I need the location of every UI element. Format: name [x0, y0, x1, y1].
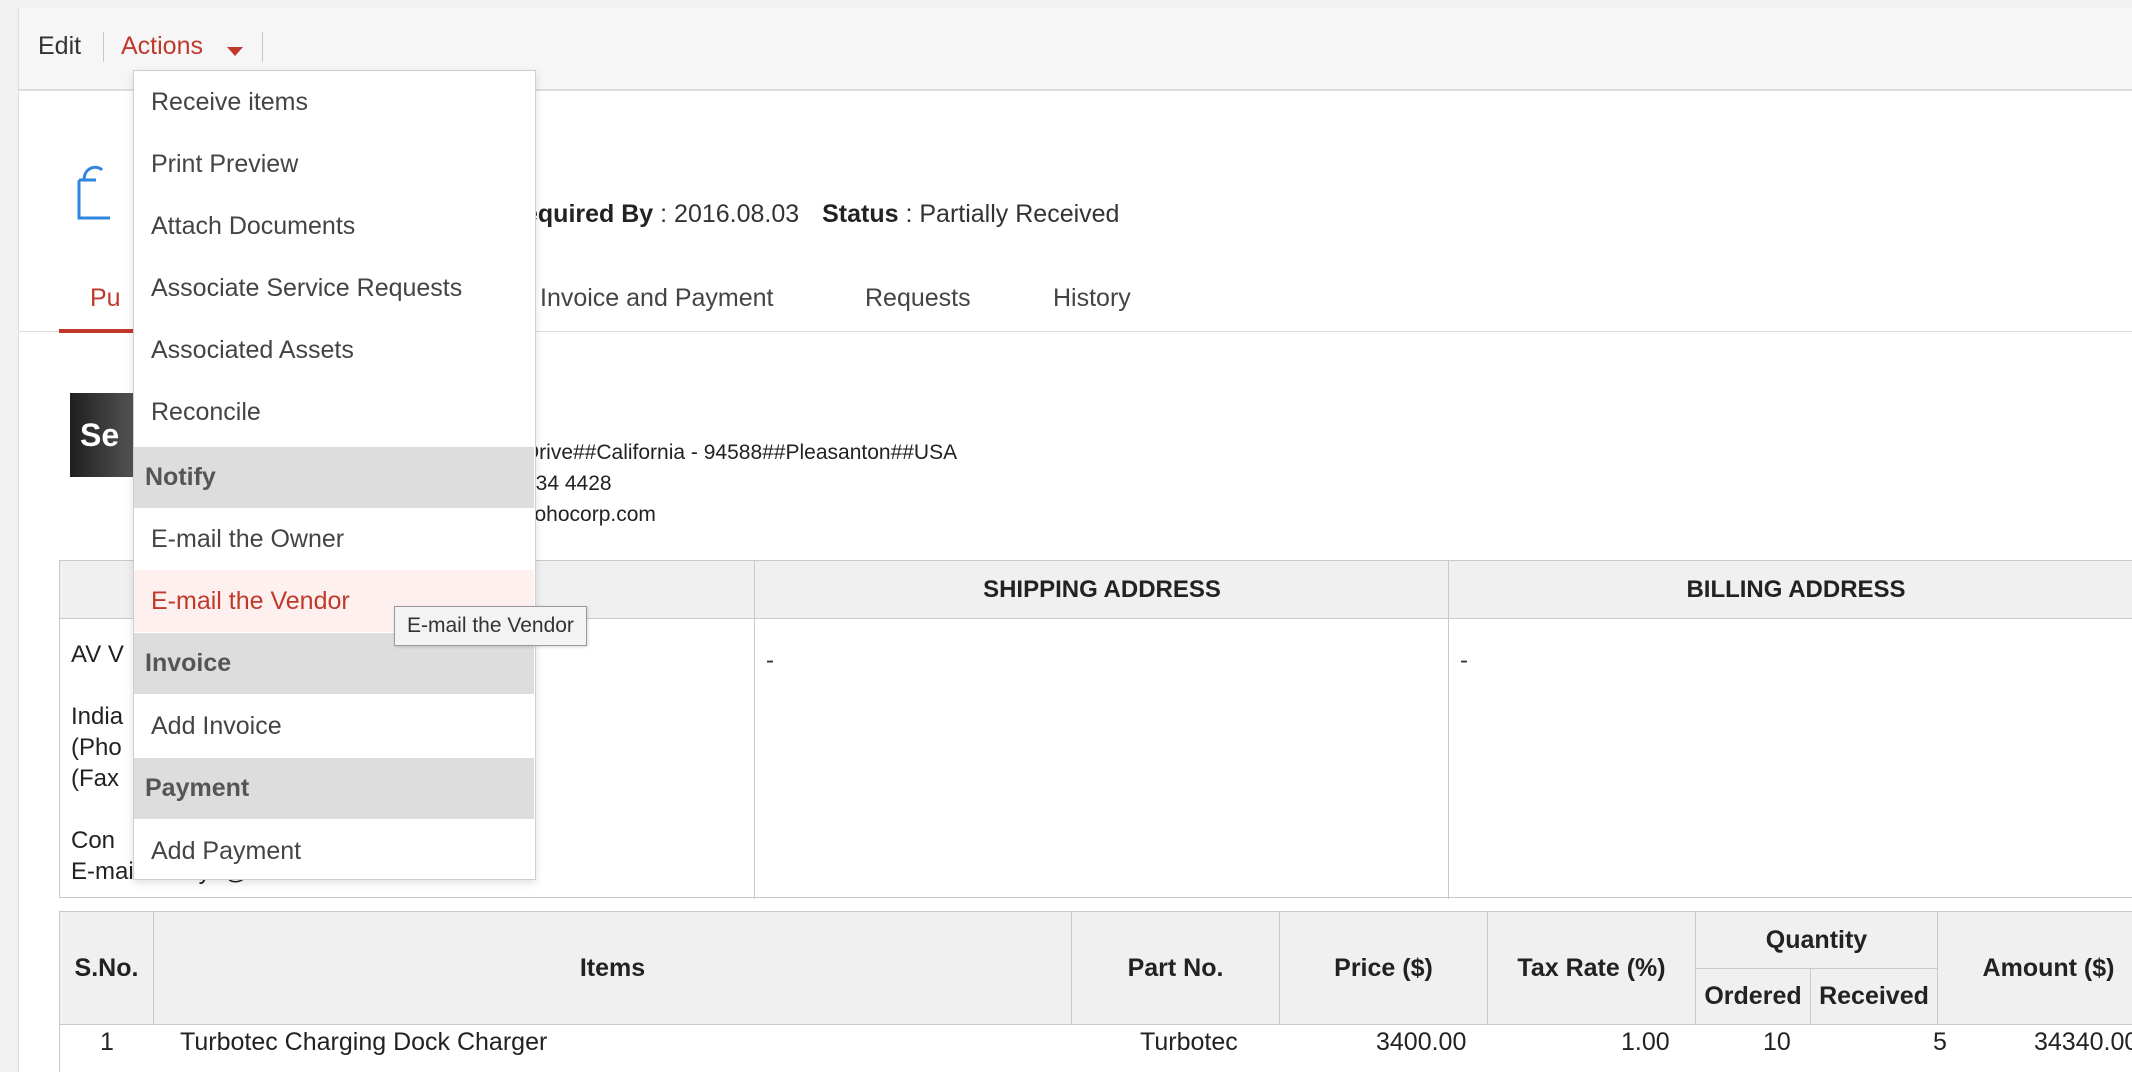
- shipping-address-value: -: [766, 647, 774, 674]
- col-header-quantity: Quantity: [1696, 912, 1938, 969]
- tab-history[interactable]: History: [1053, 283, 1131, 313]
- menu-item-associate-service-requests[interactable]: Associate Service Requests: [134, 257, 534, 319]
- edit-button[interactable]: Edit: [38, 31, 81, 61]
- billing-address-header: BILLING ADDRESS: [1449, 561, 2132, 619]
- actions-dropdown-menu: Receive items Print Preview Attach Docum…: [133, 70, 536, 880]
- menu-item-print-preview[interactable]: Print Preview: [134, 133, 534, 195]
- billing-address-column: BILLING ADDRESS -: [1448, 561, 2132, 899]
- purchase-order-page: Edit Actions equired By : 2016.08.03 Sta…: [18, 8, 2132, 1072]
- col-header-price: Price ($): [1280, 912, 1488, 1025]
- status-value: : Partially Received: [905, 200, 1120, 228]
- org-phone-line: 334 4428: [524, 472, 612, 495]
- status-label: Status: [822, 200, 899, 228]
- order-info-line: equired By : 2016.08.03 Status : Partial…: [524, 199, 1119, 229]
- menu-group-payment: Payment: [134, 758, 534, 819]
- row-sno: 1: [100, 1028, 114, 1056]
- menu-item-receive-items[interactable]: Receive items: [134, 71, 534, 133]
- row-amount: 34340.00: [2034, 1028, 2132, 1056]
- row-ordered: 10: [1763, 1028, 1791, 1056]
- col-header-amount: Amount ($): [1938, 912, 2132, 1025]
- menu-item-email-owner[interactable]: E-mail the Owner: [134, 508, 534, 570]
- shipping-address-column: SHIPPING ADDRESS -: [754, 561, 1449, 899]
- required-by-label: equired By: [524, 200, 654, 228]
- row-price: 3400.00: [1376, 1028, 1467, 1056]
- menu-item-reconcile[interactable]: Reconcile: [134, 381, 534, 443]
- required-by-value: : 2016.08.03: [660, 200, 800, 228]
- col-header-received: Received: [1811, 969, 1938, 1025]
- row-received: 5: [1933, 1028, 1947, 1056]
- menu-item-add-payment[interactable]: Add Payment: [134, 820, 534, 882]
- menu-item-attach-documents[interactable]: Attach Documents: [134, 195, 534, 257]
- col-header-tax-rate: Tax Rate (%): [1488, 912, 1696, 1025]
- caret-down-icon[interactable]: [227, 47, 243, 56]
- col-header-part-no: Part No.: [1072, 912, 1280, 1025]
- shopping-bag-icon: [77, 165, 110, 220]
- menu-item-add-invoice[interactable]: Add Invoice: [134, 695, 534, 757]
- actions-menu-button[interactable]: Actions: [121, 31, 203, 61]
- row-item-name: Turbotec Charging Dock Charger: [180, 1028, 548, 1056]
- tooltip: E-mail the Vendor: [394, 606, 587, 646]
- menu-group-notify: Notify: [134, 447, 534, 508]
- tab-invoice-and-payment[interactable]: Invoice and Payment: [540, 283, 773, 313]
- org-address-line: Drive##California - 94588##Pleasanton##U…: [524, 441, 958, 464]
- toolbar-separator: [103, 32, 104, 62]
- tab-requests[interactable]: Requests: [865, 283, 971, 313]
- items-table: S.No. Items Part No. Price ($) Tax Rate …: [59, 911, 2132, 1072]
- row-part-no: Turbotec: [1140, 1028, 1238, 1056]
- org-email-line: zohocorp.com: [524, 503, 656, 526]
- col-header-items: Items: [154, 912, 1072, 1025]
- col-header-sno: S.No.: [60, 912, 154, 1025]
- billing-address-value: -: [1460, 647, 1468, 674]
- tab-purchase-order[interactable]: Pu: [90, 283, 121, 313]
- toolbar-separator: [262, 32, 263, 62]
- org-address: Drive##California - 94588##Pleasanton##U…: [524, 437, 957, 530]
- shipping-address-header: SHIPPING ADDRESS: [755, 561, 1449, 619]
- col-header-ordered: Ordered: [1696, 969, 1811, 1025]
- vendor-logo: Se: [70, 393, 136, 477]
- row-tax-rate: 1.00: [1621, 1028, 1670, 1056]
- menu-item-associated-assets[interactable]: Associated Assets: [134, 319, 534, 381]
